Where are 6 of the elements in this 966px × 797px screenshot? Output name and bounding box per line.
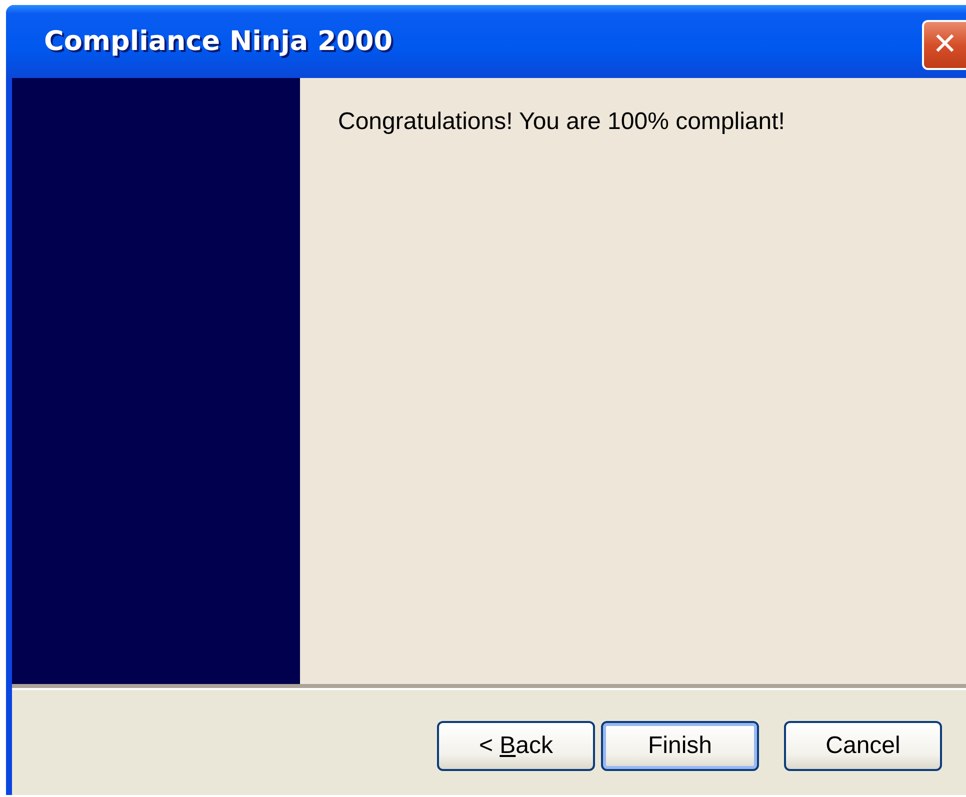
window-title: Compliance Ninja 2000 [44,26,393,57]
message-text: Congratulations! You are 100% compliant! [338,108,786,136]
dialog-button[interactable]: < Back [437,721,595,771]
dialog-button[interactable]: Cancel [784,721,942,771]
close-button[interactable]: ✕ [922,20,966,70]
dialog-button[interactable]: Finish [601,721,759,771]
